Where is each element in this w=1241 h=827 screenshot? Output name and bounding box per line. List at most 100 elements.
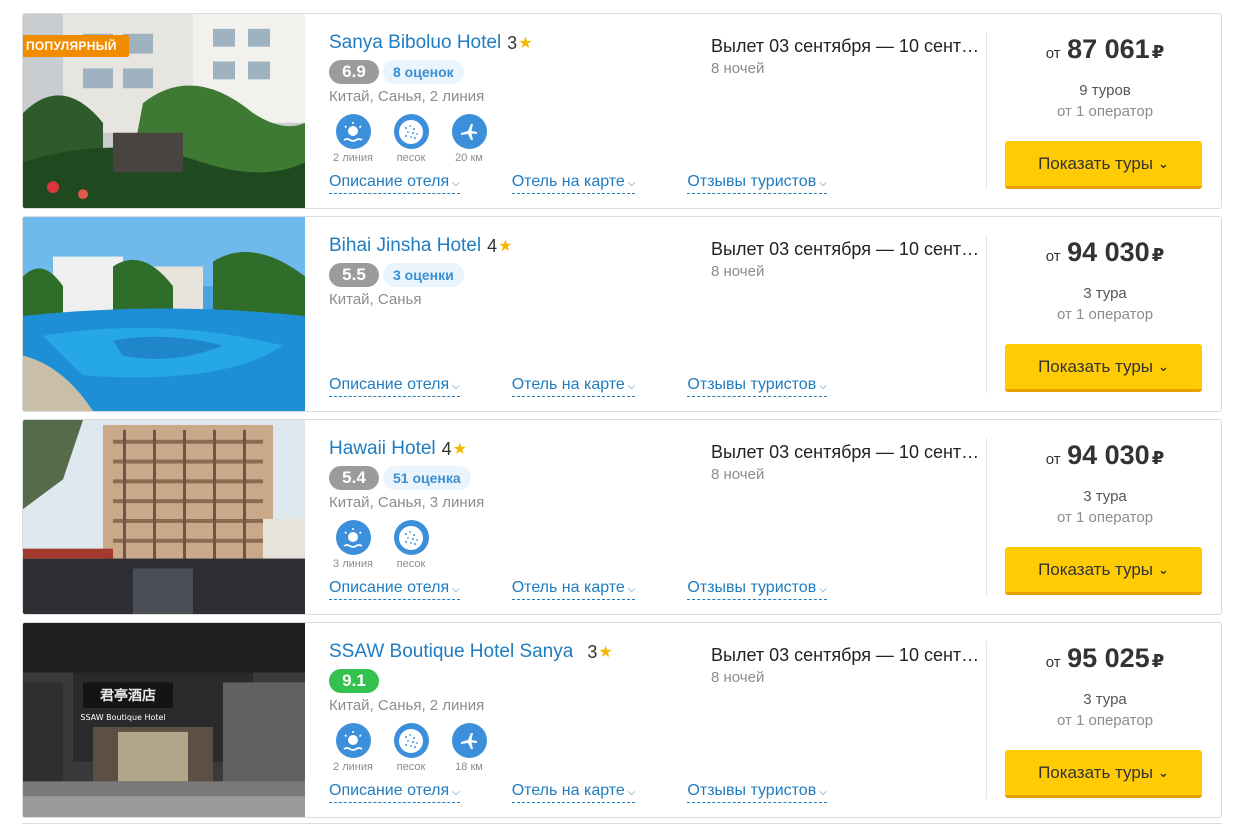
flight-dates: Вылет 03 сентября — 10 сентября: [711, 239, 986, 259]
beach-line-icon: [335, 723, 371, 758]
hotel-list: ПОПУЛЯРНЫЙ Sanya Biboluo Hotel 3 ★ 6.9 8…: [22, 13, 1222, 825]
hotel-description-link[interactable]: Описание отеля ⌵: [329, 782, 460, 803]
price: от 95 025 ₽: [987, 643, 1221, 674]
chevron-down-icon: ⌄: [1158, 358, 1169, 374]
airport-distance-icon: [451, 723, 487, 758]
nights-count: 8 ночей: [711, 60, 765, 77]
feature-airport-distance: 18 км: [445, 723, 493, 775]
hotel-info: Sanya Biboluo Hotel 3 ★ 6.9 8 оценок Кит…: [329, 28, 699, 166]
star-icon: ★: [452, 441, 468, 458]
chevron-down-icon: ⌵: [627, 787, 636, 798]
hotel-photo[interactable]: [23, 420, 305, 614]
reviews-count-link[interactable]: 3 оценки: [383, 263, 464, 287]
feature-label: 20 км: [455, 152, 483, 164]
hotel-reviews-link[interactable]: Отзывы туристов ⌵: [687, 579, 827, 600]
link-label: Отзывы туристов: [687, 782, 817, 799]
reviews-count-link[interactable]: 8 оценок: [383, 60, 464, 84]
operators-count: от 1 оператор: [1056, 103, 1154, 120]
hotel-location: Китай, Санья, 3 линия: [329, 494, 485, 511]
tours-count: 3 тура: [1083, 691, 1127, 708]
feature-label: 2 линия: [333, 761, 373, 773]
hotel-reviews-link[interactable]: Отзывы туристов ⌵: [687, 782, 827, 803]
show-tours-button[interactable]: Показать туры ⌄: [1005, 750, 1202, 798]
hotel-map-link[interactable]: Отель на карте ⌵: [511, 376, 636, 397]
hotel-map-link[interactable]: Отель на карте ⌵: [511, 782, 636, 803]
chevron-down-icon: ⌵: [627, 178, 636, 189]
link-label: Отель на карте: [511, 376, 625, 393]
hotel-features: 3 линия песок: [329, 520, 699, 572]
hotel-map-link[interactable]: Отель на карте ⌵: [511, 173, 636, 194]
hotel-card: Bihai Jinsha Hotel 4 ★ 5.5 3 оценки Кита…: [22, 216, 1222, 412]
hotel-links: Описание отеля ⌵ Отель на карте ⌵ Отзывы т…: [329, 173, 827, 194]
button-label: Показать туры: [1038, 153, 1154, 173]
chevron-down-icon: ⌄: [1158, 764, 1169, 780]
hotel-name-link[interactable]: Sanya Biboluo Hotel: [329, 32, 501, 54]
hotel-name-link[interactable]: Hawaii Hotel: [329, 438, 436, 460]
rating-score: 9.1: [329, 669, 379, 693]
chevron-down-icon: ⌵: [452, 584, 460, 595]
tours-count: 3 тура: [1083, 285, 1127, 302]
chevron-down-icon: ⌵: [627, 584, 636, 595]
hotel-photo[interactable]: [23, 217, 305, 411]
price-from-label: от: [1045, 451, 1061, 468]
hotel-name-link[interactable]: SSAW Boutique Hotel Sanya: [329, 641, 573, 663]
hotel-info: Hawaii Hotel 4 ★ 5.4 51 оценка Китай, Са…: [329, 434, 699, 572]
link-label: Отель на карте: [511, 579, 625, 596]
star-icon: ★: [498, 238, 513, 255]
beach-line-icon: [335, 114, 371, 149]
stars-count: 4: [487, 235, 498, 256]
hotel-links: Описание отеля ⌵ Отель на карте ⌵ Отзывы т…: [329, 782, 827, 803]
hotel-description-link[interactable]: Описание отеля ⌵: [329, 376, 460, 397]
hotel-reviews-link[interactable]: Отзывы туристов ⌵: [687, 376, 827, 397]
photo-sign-text: SSAW Boutique Hotel: [80, 713, 165, 722]
hotel-photo[interactable]: 君亭酒店 SSAW Boutique Hotel: [23, 623, 305, 817]
price: от 87 061 ₽: [987, 34, 1221, 65]
svg-text:君亭酒店: 君亭酒店: [99, 687, 156, 704]
sand-icon: [393, 520, 429, 555]
feature-label: песок: [396, 558, 426, 570]
hotel-card: Hawaii Hotel 4 ★ 5.4 51 оценка Китай, Са…: [22, 419, 1222, 615]
link-label: Описание отеля: [329, 173, 450, 190]
stars-count: 4: [441, 438, 452, 459]
rating-score: 6.9: [329, 60, 379, 84]
hotel-name-link[interactable]: Bihai Jinsha Hotel: [329, 235, 481, 257]
hotel-features: 2 линия песок 20 км: [329, 114, 699, 166]
chevron-down-icon: ⌵: [452, 381, 460, 392]
price: от 94 030 ₽: [987, 237, 1221, 268]
beach-line-icon: [335, 520, 371, 555]
price-from-label: от: [1045, 654, 1061, 671]
price-value: 94 030: [1067, 440, 1150, 470]
feature-label: 3 линия: [333, 558, 373, 570]
hotel-stars: 3 ★: [507, 33, 532, 54]
show-tours-button[interactable]: Показать туры ⌄: [1005, 141, 1202, 189]
price-block: от 87 061 ₽ 9 туров от 1 оператор Показат…: [987, 14, 1221, 208]
show-tours-button[interactable]: Показать туры ⌄: [1005, 547, 1202, 595]
hotel-info: Bihai Jinsha Hotel 4 ★ 5.5 3 оценки Кита…: [329, 231, 699, 311]
flight-dates: Вылет 03 сентября — 10 сентября: [711, 645, 986, 665]
link-label: Отзывы туристов: [687, 173, 817, 190]
star-icon: ★: [518, 35, 533, 52]
show-tours-button[interactable]: Показать туры ⌄: [1005, 344, 1202, 392]
hotel-location: Китай, Санья, 2 линия: [329, 697, 485, 714]
hotel-reviews-link[interactable]: Отзывы туристов ⌵: [687, 173, 827, 194]
price-value: 87 061: [1067, 34, 1150, 64]
chevron-down-icon: ⌵: [452, 178, 460, 189]
hotel-description-link[interactable]: Описание отеля ⌵: [329, 173, 460, 194]
hotel-map-link[interactable]: Отель на карте ⌵: [511, 579, 636, 600]
link-label: Описание отеля: [329, 579, 450, 596]
operators-count: от 1 оператор: [1056, 306, 1154, 323]
rating-score: 5.4: [329, 466, 379, 490]
next-card-edge: [22, 823, 1222, 827]
feature-sand: песок: [387, 114, 435, 166]
chevron-down-icon: ⌵: [819, 584, 827, 595]
flight-info: Вылет 03 сентября — 10 сентября 8 ночей: [711, 645, 986, 686]
hotel-description-link[interactable]: Описание отеля ⌵: [329, 579, 460, 600]
rating-score: 5.5: [329, 263, 379, 287]
reviews-count-link[interactable]: 51 оценка: [383, 466, 471, 490]
feature-sand: песок: [387, 723, 435, 775]
button-label: Показать туры: [1038, 762, 1154, 782]
hotel-stars: 3 ★: [587, 642, 612, 663]
link-label: Отель на карте: [511, 782, 625, 799]
tours-count: 3 тура: [1083, 488, 1127, 505]
flight-dates: Вылет 03 сентября — 10 сентября: [711, 36, 986, 56]
